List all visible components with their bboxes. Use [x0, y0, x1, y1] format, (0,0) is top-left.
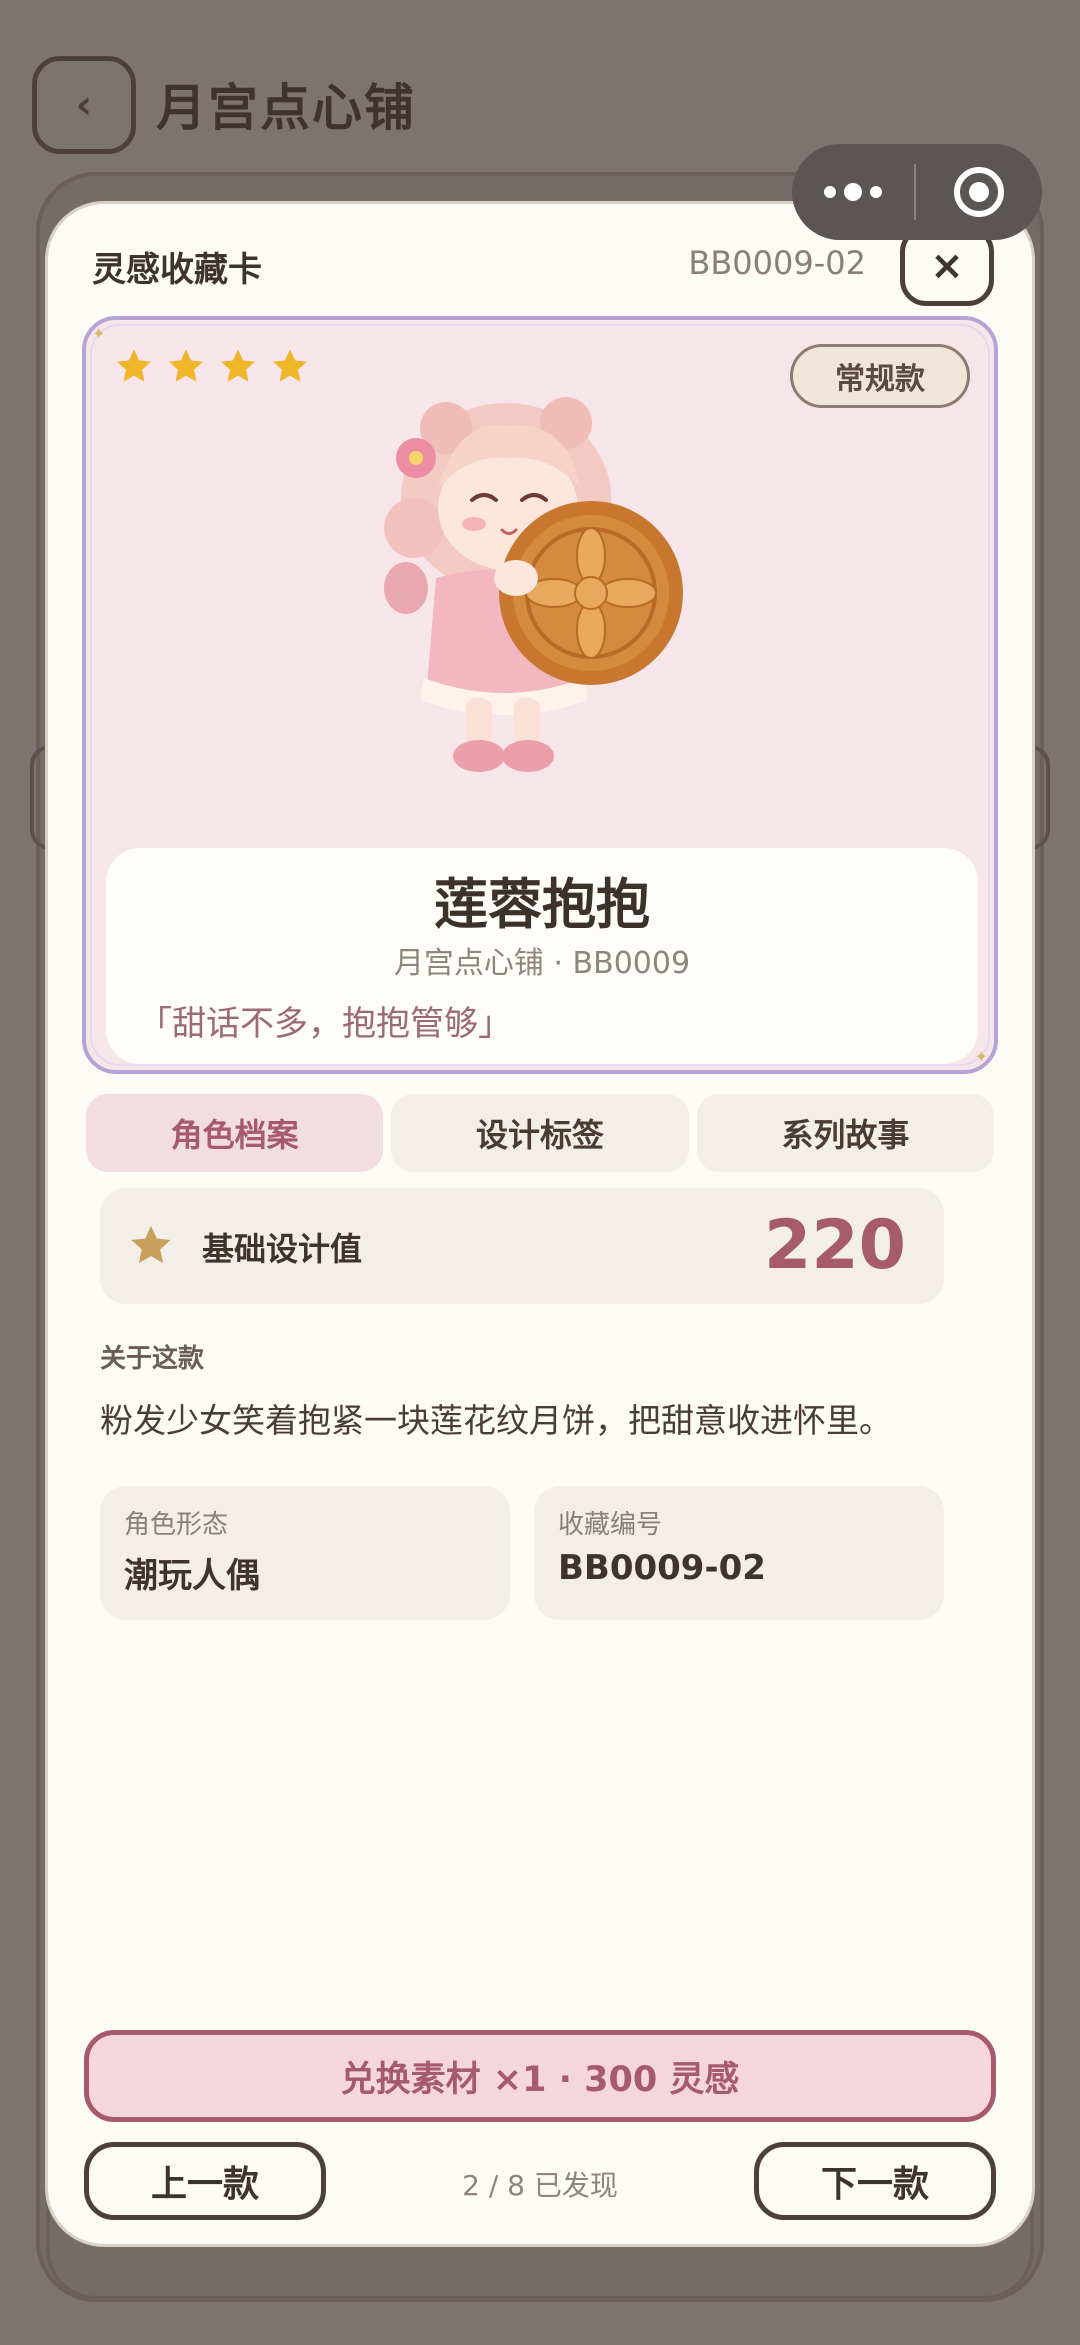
- star-icon: [221, 349, 255, 382]
- back-button[interactable]: ‹: [32, 56, 136, 154]
- modal-title: 灵感收藏卡: [92, 250, 262, 290]
- star-icon: [273, 349, 307, 382]
- tab-design-tags[interactable]: 设计标签: [391, 1094, 689, 1172]
- detail-label: 角色形态: [124, 1510, 229, 1540]
- detail-value: BB0009-02: [558, 1548, 766, 1588]
- next-button[interactable]: 下一款: [754, 2142, 996, 2220]
- rarity-badge: 常规款: [790, 344, 970, 408]
- character-quote: 「甜话不多，抱抱管够」: [138, 1004, 512, 1044]
- chevron-left-icon: ‹: [75, 82, 93, 128]
- detail-form-card: 角色形态 潮玩人偶: [100, 1486, 510, 1620]
- exchange-button[interactable]: 兑换素材 ×1 · 300 灵感: [84, 2030, 996, 2122]
- collection-card-modal: 灵感收藏卡 BB0009-02 × 常规款 ✦ ✦ 莲蓉抱抱 月宫点心铺 · B…: [48, 204, 1032, 2244]
- more-dots-icon[interactable]: [792, 183, 914, 201]
- star-icon: [117, 349, 151, 382]
- page-title: 月宫点心铺: [156, 79, 416, 137]
- miniprogram-capsule: [792, 144, 1042, 240]
- character-card: 常规款 ✦ ✦ 莲蓉抱抱 月宫点心铺 · BB0009 「甜话不多，抱抱管够」: [82, 316, 998, 1074]
- close-icon: ×: [930, 243, 964, 289]
- detail-value: 潮玩人偶: [124, 1556, 260, 1596]
- detail-tabs: 角色档案 设计标签 系列故事: [86, 1094, 994, 1172]
- character-info: 莲蓉抱抱 月宫点心铺 · BB0009 「甜话不多，抱抱管够」: [106, 848, 978, 1064]
- modal-code: BB0009-02: [688, 244, 866, 282]
- character-name: 莲蓉抱抱: [434, 873, 650, 936]
- tab-series-story[interactable]: 系列故事: [696, 1094, 994, 1172]
- star-rating: [114, 346, 310, 386]
- character-subtitle: 月宫点心铺 · BB0009: [393, 946, 691, 981]
- star-icon: [131, 1225, 171, 1264]
- sparkle-icon: ✦: [92, 324, 106, 343]
- about-description: 粉发少女笑着抱紧一块莲花纹月饼，把甜意收进怀里。: [100, 1401, 892, 1440]
- star-icon: [169, 349, 203, 382]
- detail-label: 收藏编号: [558, 1510, 663, 1540]
- detail-id-card: 收藏编号 BB0009-02: [534, 1486, 944, 1620]
- stat-value: 220: [764, 1206, 906, 1285]
- design-value-stat: 基础设计值 220: [100, 1188, 944, 1304]
- stat-label: 基础设计值: [202, 1230, 363, 1268]
- about-heading: 关于这款: [100, 1344, 205, 1374]
- target-circle-icon[interactable]: [916, 167, 1042, 217]
- character-illustration: [384, 397, 683, 772]
- sparkle-icon: ✦: [974, 1047, 988, 1066]
- tab-profile[interactable]: 角色档案: [86, 1094, 384, 1172]
